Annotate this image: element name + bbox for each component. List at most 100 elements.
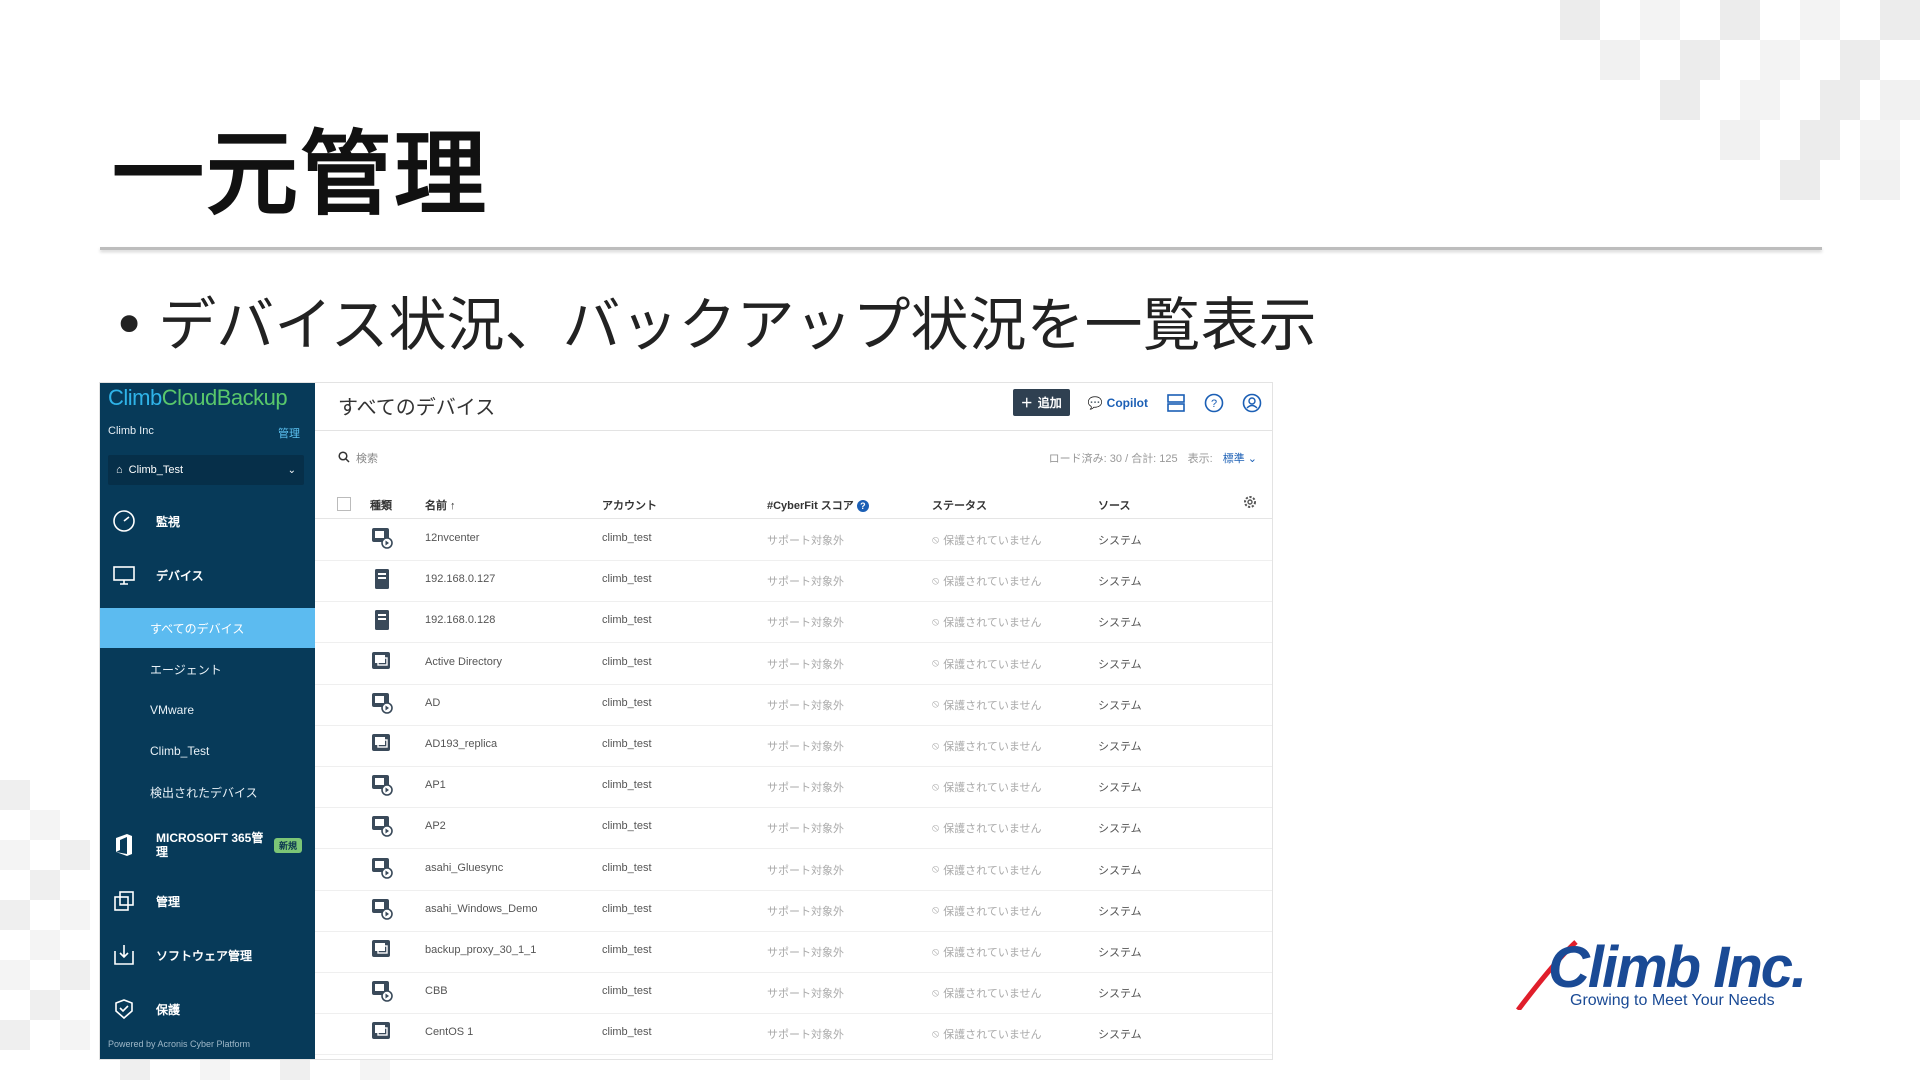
- add-button[interactable]: ＋ 追加: [1012, 389, 1070, 416]
- col-type[interactable]: 種類: [370, 497, 392, 513]
- subnav-vmware[interactable]: VMware: [100, 690, 315, 730]
- copilot-button[interactable]: 💬 Copilot: [1088, 396, 1148, 410]
- device-status: ⦸ 保護されていません: [932, 944, 1042, 960]
- layout-icon[interactable]: [1166, 393, 1186, 413]
- device-name[interactable]: AP2: [425, 820, 446, 832]
- nav-management[interactable]: 管理: [100, 881, 315, 921]
- device-source: システム: [1098, 988, 1142, 1001]
- device-source: システム: [1098, 699, 1142, 712]
- table-row[interactable]: 192.168.0.128 climb_test サポート対象外 ⦸ 保護されていません…: [315, 601, 1272, 644]
- bullet-point: • デバイス状況、バックアップ状況を一覧表示: [112, 278, 1316, 362]
- title-divider: [100, 247, 1822, 250]
- device-cyberfit: サポート対象外: [767, 617, 844, 630]
- device-name[interactable]: Active Directory: [425, 656, 502, 668]
- top-actions: ＋ 追加 💬 Copilot ?: [1012, 389, 1262, 416]
- subnav-label: 検出されたデバイス: [150, 785, 258, 800]
- vm-machine-icon: [371, 733, 393, 758]
- device-name[interactable]: AD193_replica: [425, 738, 497, 750]
- table-row[interactable]: CentOS 1 climb_test サポート対象外 ⦸ 保護されていません システム: [315, 1013, 1272, 1056]
- col-source[interactable]: ソース: [1098, 497, 1130, 513]
- col-name[interactable]: 名前 ↑: [425, 497, 456, 513]
- bullet-text: デバイス状況、バックアップ状況を一覧表示: [158, 291, 1317, 359]
- col-status[interactable]: ステータス: [932, 497, 987, 513]
- device-name[interactable]: AP1: [425, 779, 446, 791]
- nav-protection-label: 保護: [156, 1002, 181, 1017]
- device-source: システム: [1098, 1029, 1142, 1042]
- table-row[interactable]: asahi_Windows_Demo climb_test サポート対象外 ⦸ 保護され…: [315, 890, 1272, 932]
- cloudbackup-logo: ClimbCloudBackup: [108, 385, 288, 411]
- device-name[interactable]: 12nvcenter: [425, 532, 479, 544]
- col-cyberfit[interactable]: #CyberFit スコア ?: [767, 497, 869, 513]
- nav-monitor[interactable]: 監視: [100, 501, 315, 541]
- device-account: climb_test: [602, 614, 652, 627]
- vm-machine-icon: [371, 651, 393, 676]
- slide-title: 一元管理: [112, 121, 489, 228]
- device-status-label: 保護されていません: [943, 782, 1042, 795]
- nav-microsoft365-label: MICROSOFT 365管理: [156, 831, 264, 859]
- help-icon[interactable]: ?: [1204, 393, 1224, 413]
- device-cyberfit: サポート対象外: [767, 576, 844, 589]
- device-status-label: 保護されていません: [943, 988, 1042, 1001]
- office-icon: [110, 831, 138, 859]
- copilot-label: Copilot: [1106, 395, 1148, 410]
- device-source: システム: [1098, 905, 1142, 918]
- table-row[interactable]: AP2 climb_test サポート対象外 ⦸ 保護されていません システム: [315, 807, 1272, 850]
- table-row[interactable]: backup_proxy_30_1_1 climb_test サポート対象外 ⦸ 保護さ…: [315, 931, 1272, 973]
- bullet-dot: •: [112, 291, 147, 359]
- search-box[interactable]: 検索: [338, 450, 378, 466]
- table-row[interactable]: 12nvcenter climb_test サポート対象外 ⦸ 保護されていません システ…: [315, 519, 1272, 561]
- device-status-label: 保護されていません: [943, 823, 1042, 836]
- main-panel: すべてのデバイス ＋ 追加 💬 Copilot ? 検索 ロード済み: 30 / 合…: [315, 383, 1272, 1059]
- col-account[interactable]: アカウント: [602, 497, 657, 513]
- table-row[interactable]: AD climb_test サポート対象外 ⦸ 保護されていません システム: [315, 684, 1272, 726]
- monitor-icon: [110, 561, 138, 589]
- device-status-label: 保護されていません: [943, 947, 1042, 959]
- nav-microsoft365[interactable]: MICROSOFT 365管理 新規: [100, 823, 315, 867]
- blocked-icon: ⦸: [932, 615, 940, 628]
- device-name[interactable]: backup_proxy_30_1_1: [425, 944, 536, 956]
- device-name[interactable]: AD: [425, 697, 440, 709]
- device-cyberfit: サポート対象外: [767, 699, 844, 712]
- device-account: climb_test: [602, 779, 652, 792]
- device-name[interactable]: asahi_Windows_Demo: [425, 903, 538, 915]
- device-name[interactable]: asahi_Gluesync: [425, 862, 503, 874]
- info-icon[interactable]: ?: [856, 500, 869, 512]
- table-row[interactable]: 192.168.0.127 climb_test サポート対象外 ⦸ 保護されていません…: [315, 560, 1272, 603]
- org-manage-link[interactable]: 管理: [278, 425, 300, 441]
- nav-devices[interactable]: デバイス: [100, 555, 315, 595]
- col-cyberfit-label: #CyberFit スコア: [767, 500, 854, 512]
- device-name[interactable]: CBB: [425, 985, 448, 997]
- device-status: ⦸ 保護されていません: [932, 862, 1042, 878]
- device-cyberfit: サポート対象外: [767, 782, 844, 795]
- device-status: ⦸ 保護されていません: [932, 697, 1042, 713]
- subnav-climb-test[interactable]: Climb_Test: [100, 731, 315, 771]
- table-row[interactable]: asahi_Gluesync climb_test サポート対象外 ⦸ 保護されていませ…: [315, 849, 1272, 891]
- device-cyberfit: サポート対象外: [767, 658, 844, 671]
- vm-icon: [371, 774, 393, 799]
- table-row[interactable]: Active Directory climb_test サポート対象外 ⦸ 保護されてい…: [315, 643, 1272, 685]
- device-account: climb_test: [602, 820, 652, 833]
- device-name[interactable]: 192.168.0.127: [425, 573, 495, 585]
- subnav-agents[interactable]: エージェント: [100, 649, 315, 689]
- gear-icon[interactable]: [1242, 494, 1258, 513]
- account-icon[interactable]: [1242, 393, 1262, 413]
- device-name[interactable]: 192.168.0.128: [425, 614, 495, 626]
- subnav-all-devices[interactable]: すべてのデバイス: [100, 608, 315, 648]
- tenant-selector[interactable]: ⌂ Climb_Test ⌄: [108, 455, 304, 485]
- device-source: システム: [1098, 741, 1142, 753]
- nav-protection[interactable]: 保護: [100, 989, 315, 1029]
- subnav-label: エージェント: [150, 662, 222, 677]
- table-row[interactable]: AD193_replica climb_test サポート対象外 ⦸ 保護されていません…: [315, 725, 1272, 767]
- device-name[interactable]: CentOS 1: [425, 1026, 473, 1038]
- view-selector[interactable]: 標準 ⌄: [1223, 450, 1257, 466]
- select-all-checkbox[interactable]: [337, 497, 351, 511]
- device-account: climb_test: [602, 738, 652, 750]
- table-row[interactable]: CBB climb_test サポート対象外 ⦸ 保護されていません システム: [315, 972, 1272, 1015]
- subnav-discovered[interactable]: 検出されたデバイス: [100, 772, 315, 812]
- device-status-label: 保護されていません: [943, 741, 1042, 753]
- table-row[interactable]: AP1 climb_test サポート対象外 ⦸ 保護されていません システム: [315, 766, 1272, 809]
- server-icon: [371, 609, 393, 634]
- nav-software[interactable]: ソフトウェア管理: [100, 935, 315, 975]
- device-status: ⦸ 保護されていません: [932, 903, 1042, 919]
- powered-by: Powered by Acronis Cyber Platform: [108, 1039, 251, 1049]
